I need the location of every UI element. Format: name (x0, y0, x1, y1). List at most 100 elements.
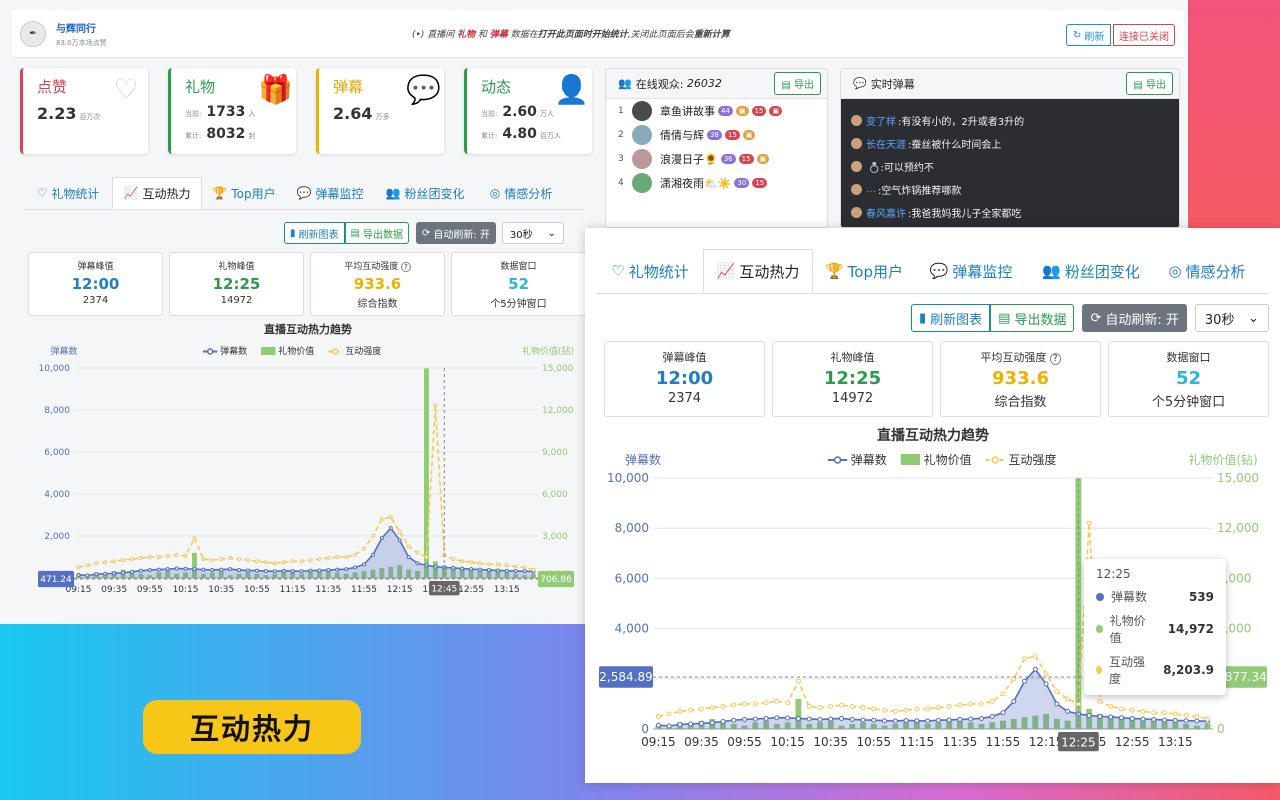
chart-tooltip: 12:25 弹幕数 539 礼物价值 14,972 互动强度 8,203.9 (1084, 559, 1226, 695)
kpi-sub: 14972 (220, 295, 253, 306)
streamer-name[interactable]: 与辉同行 (56, 20, 107, 35)
avatar (851, 207, 862, 218)
intensity-point (397, 529, 402, 534)
chat-icon: 💬 (853, 77, 867, 90)
broadcast-icon: (•) (412, 30, 425, 40)
intensity-point (709, 705, 715, 711)
intensity-point (828, 703, 834, 709)
danmu-point (183, 566, 188, 571)
intensity-point (165, 553, 170, 558)
intensity-point (415, 550, 420, 555)
x-tick: 09:35 (101, 585, 127, 595)
kpi-sub: 综合指数 (357, 299, 398, 310)
legend-label: 弹幕数 (220, 345, 247, 357)
export-data-button[interactable]: ▤ 导出数据 (990, 304, 1075, 332)
tab-label: 礼物统计 (628, 262, 689, 281)
intensity-point (720, 703, 726, 709)
avatar (632, 149, 652, 169)
kpi-card-弹幕峰值: 弹幕峰值 12:00 2374 (604, 341, 765, 417)
tab-情感分析[interactable]: ◎ 情感分析 (476, 177, 566, 209)
viewers-export-button[interactable]: ▤ 导出 (774, 72, 821, 95)
spreadsheet-icon: ▤ (350, 227, 360, 239)
kpi-value: 12:25 (212, 275, 261, 293)
kpi-label: 弹幕峰值 (662, 351, 707, 364)
tab-互动热力[interactable]: 📈 互动热力 (112, 177, 202, 209)
viewers-list: 1 章鱼讲故事 44 ▣ 15 ▣ 2 倩倩与辉 38 15 ▣ 3 浪漫日子🌻 36 15 ▣ 4 潇湘夜… (606, 99, 827, 227)
list-item[interactable]: 2 倩倩与辉 38 15 ▣ (606, 123, 827, 147)
refresh-button[interactable]: ↻ 刷新 (1066, 24, 1112, 46)
tab-粉丝团变化[interactable]: 👥 粉丝团变化 (1027, 249, 1155, 293)
x-pointer: 12:25 (1061, 736, 1096, 750)
danmu-point (1194, 718, 1200, 724)
danmu-point (210, 568, 215, 573)
intensity-point (192, 536, 197, 541)
tab-互动热力[interactable]: 📈 互动热力 (703, 249, 813, 293)
danmu-point (165, 567, 170, 572)
export-data-button[interactable]: ▤ 导出数据 (344, 222, 409, 244)
gifts-current: 当前: 1733 人 (185, 104, 256, 120)
tab-礼物统计[interactable]: ♡ 礼物统计 (24, 177, 112, 209)
intensity-point (290, 559, 295, 564)
y-pointer-left: 2,584.89 (599, 670, 652, 684)
intensity-point (849, 703, 855, 709)
tab-粉丝团变化[interactable]: 👥 粉丝团变化 (374, 177, 476, 209)
intensity-point (817, 705, 823, 711)
danmu-point (968, 716, 974, 722)
danmu-point (299, 569, 304, 574)
intensity-point (138, 556, 143, 561)
list-item[interactable]: 3 浪漫日子🌻 36 15 ▣ (606, 147, 827, 171)
danmu-point (946, 717, 952, 723)
tab-礼物统计[interactable]: ♡ 礼物统计 (597, 249, 703, 293)
danmu-stream: 变了样:有没有小的，2升或者3升的 长在天涯:蚕丝被什么时间会上 💍:可以预约不… (841, 99, 1179, 227)
gifts-title: 礼物 (185, 78, 216, 96)
chat-icon: 💬 (296, 186, 312, 200)
tab-Top用户[interactable]: 🏆 Top用户 (202, 177, 286, 209)
tab-bar: ♡ 礼物统计 📈 互动热力 🏆 Top用户 💬 弹幕监控 👥 粉丝团变化 ◎ 情感分析 (24, 177, 584, 210)
streamer-avatar[interactable]: ✒ (20, 20, 46, 47)
intensity-point (130, 557, 134, 562)
list-item: …:空气炸锅推荐哪款 (841, 178, 1179, 201)
danmu-point (138, 568, 143, 573)
intensity-point (892, 708, 898, 714)
tab-弹幕监控[interactable]: 💬 弹幕监控 (286, 177, 374, 209)
intensity-point (76, 565, 81, 570)
x-tick: 09:55 (137, 585, 163, 595)
intensity-point (666, 711, 672, 717)
y-pointer-right: 706.86 (540, 575, 572, 585)
list-item[interactable]: 4 潇湘夜雨⛅☀️ 30 15 (606, 171, 827, 195)
interval-select[interactable]: 30秒 ⌄ (501, 222, 564, 244)
intensity-point (957, 702, 963, 708)
auto-refresh-button[interactable]: ⟳ 自动刷新: 开 (415, 222, 496, 244)
intensity-point (838, 702, 844, 708)
heart-icon: ♡ (36, 186, 48, 200)
danmu-export-button[interactable]: ▤ 导出 (1126, 72, 1173, 95)
stats-notice: (•) 直播间 礼物 和 弹幕 数据在打开此页面时开始统计,关闭此页面后会重新计… (412, 30, 730, 40)
intensity-point (424, 555, 429, 559)
tab-Top用户[interactable]: 🏆 Top用户 (813, 249, 915, 293)
danmu-point (156, 567, 161, 572)
intensity-point (978, 701, 984, 707)
danmu-point (397, 538, 402, 543)
refresh-chart-button[interactable]: ▮ 刷新图表 (284, 222, 345, 244)
refresh-chart-button[interactable]: ▮ 刷新图表 (911, 304, 991, 332)
auto-refresh-button[interactable]: ⟳ 自动刷新: 开 (1082, 304, 1187, 332)
intensity-point (94, 561, 99, 566)
list-item[interactable]: 1 章鱼讲故事 44 ▣ 15 ▣ (606, 99, 827, 123)
interval-select[interactable]: 30秒 ⌄ (1194, 304, 1269, 332)
danmu-point (849, 716, 855, 722)
y-left-tick: 10,000 (39, 364, 71, 374)
x-tick: 10:15 (770, 735, 805, 749)
tab-情感分析[interactable]: ◎ 情感分析 (1155, 249, 1259, 293)
intensity-point (742, 701, 748, 707)
connection-closed-button[interactable]: 连接已关闭 (1113, 24, 1175, 46)
intensity-point (183, 553, 188, 558)
danmu-point (1183, 718, 1189, 724)
tab-弹幕监控[interactable]: 💬 弹幕监控 (915, 249, 1027, 293)
intensity-point (326, 556, 331, 561)
intensity-point (1097, 698, 1103, 704)
tab-label: 礼物统计 (51, 186, 100, 201)
y-pointer-left: 471.24 (40, 575, 72, 585)
danmu-point (935, 717, 941, 723)
kpi-card-礼物峰值: 礼物峰值 12:25 14972 (169, 252, 304, 316)
kpi-card-平均互动强度: 平均互动强度 ? 933.6 综合指数 (310, 252, 445, 316)
